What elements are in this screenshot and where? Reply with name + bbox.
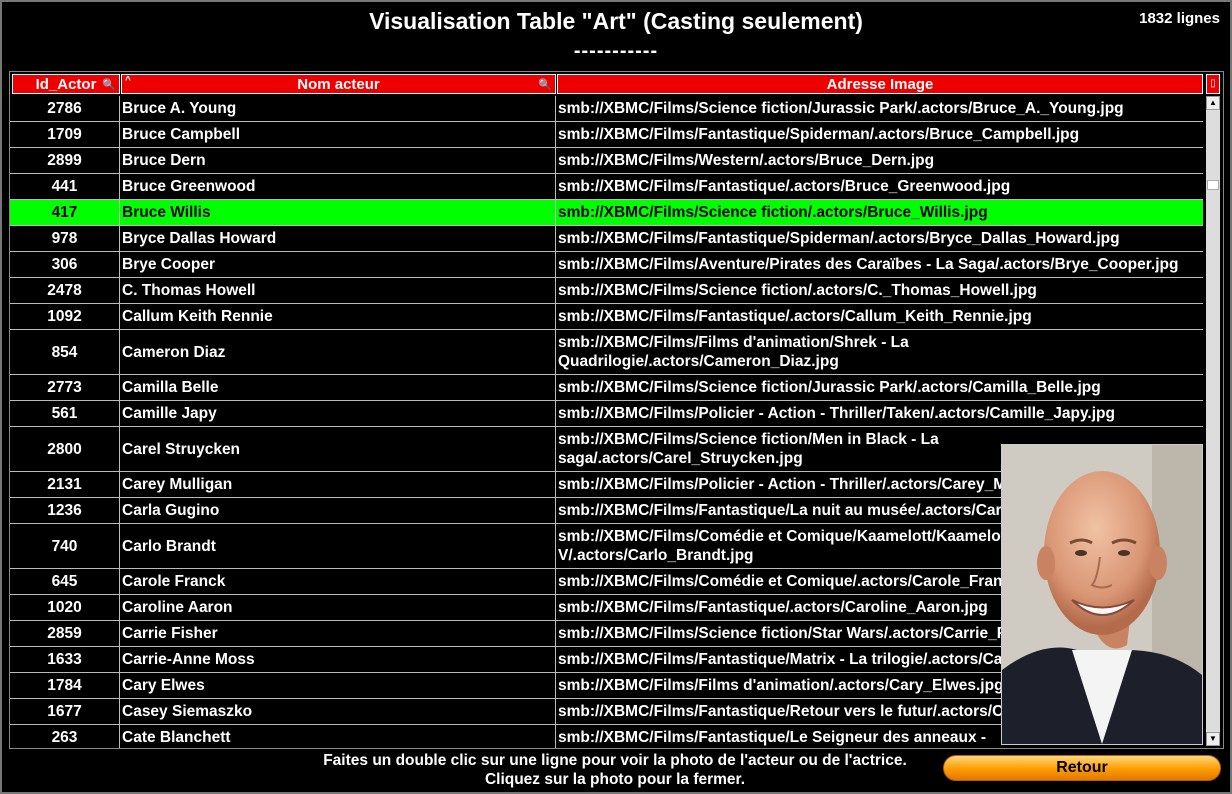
cell-actor-name: Brye Cooper (120, 252, 556, 277)
cell-actor-name: Camille Japy (120, 401, 556, 426)
cell-id-actor: 1020 (10, 595, 120, 620)
actor-portrait-icon (1002, 445, 1202, 744)
cell-actor-name: Bruce A. Young (120, 96, 556, 121)
cell-actor-name: Cate Blanchett (120, 725, 556, 748)
cell-image-path: smb://XBMC/Films/Western/.actors/Bruce_D… (558, 152, 935, 169)
cell-id-actor: 263 (10, 725, 120, 748)
scrollbar-thumb[interactable] (1207, 180, 1219, 190)
search-icon[interactable]: 🔍 (102, 75, 116, 95)
cell-actor-name: C. Thomas Howell (120, 278, 556, 303)
cell-id-actor: 561 (10, 401, 120, 426)
cell-image-path: smb://XBMC/Films/Films d'animation/Shrek… (558, 334, 909, 370)
cell-id-actor: 441 (10, 174, 120, 199)
cell-image-path: smb://XBMC/Films/Science fiction/.actors… (558, 282, 1037, 299)
cell-id-actor: 2478 (10, 278, 120, 303)
cell-image-path: smb://XBMC/Films/Fantastique/.actors/Bru… (558, 178, 1011, 195)
cell-image-path: smb://XBMC/Films/Policier - Action - Thr… (558, 405, 1115, 422)
cell-actor-name: Carole Franck (120, 569, 556, 594)
trash-icon[interactable]: ▯ (1206, 74, 1220, 94)
sort-asc-icon: ^ (125, 75, 131, 86)
cell-image-path: smb://XBMC/Films/Science fiction/Jurassi… (558, 379, 1101, 396)
row-count: 1832 lignes (1139, 10, 1220, 27)
cell-id-actor: 978 (10, 226, 120, 251)
cell-image-path: smb://XBMC/Films/Fantastique/Spiderman/.… (558, 230, 1120, 247)
scroll-up-icon[interactable]: ▲ (1206, 96, 1220, 110)
cell-actor-name: Carrie-Anne Moss (120, 647, 556, 672)
cell-actor-name: Carrie Fisher (120, 621, 556, 646)
table-row[interactable]: 1709 Bruce Campbell smb://XBMC/Films/Fanta… (10, 122, 1203, 148)
cell-actor-name: Bruce Campbell (120, 122, 556, 147)
cell-id-actor: 1784 (10, 673, 120, 698)
cell-id-actor: 2131 (10, 472, 120, 497)
table-row[interactable]: 854 Cameron Diaz smb://XBMC/Films/Films d'… (10, 330, 1203, 375)
cell-image-path: smb://XBMC/Films/Science fiction/Jurassi… (558, 100, 1124, 117)
cell-image-path: smb://XBMC/Films/Fantastique/.actors/Cal… (558, 308, 1032, 325)
column-header-name[interactable]: ^ Nom acteur 🔍 (121, 74, 556, 94)
table-row[interactable]: 2786 Bruce A. Young smb://XBMC/Films/Scien… (10, 96, 1203, 122)
cell-actor-name: Camilla Belle (120, 375, 556, 400)
cell-actor-name: Carey Mulligan (120, 472, 556, 497)
help-text: Faites un double clic sur une ligne pour… (265, 751, 965, 789)
scroll-down-icon[interactable]: ▼ (1206, 732, 1220, 746)
column-header-id-label: Id_Actor (35, 76, 97, 93)
cell-actor-name: Bruce Greenwood (120, 174, 556, 199)
cell-id-actor: 417 (10, 200, 120, 225)
cell-actor-name: Cary Elwes (120, 673, 556, 698)
table-row[interactable]: 441 Bruce Greenwood smb://XBMC/Films/Fanta… (10, 174, 1203, 200)
cell-image-path: smb://XBMC/Films/Science fiction/.actors… (558, 204, 988, 221)
cell-id-actor: 1236 (10, 498, 120, 523)
cell-actor-name: Bruce Dern (120, 148, 556, 173)
column-header-id[interactable]: Id_Actor 🔍 (12, 74, 120, 94)
cell-actor-name: Cameron Diaz (120, 330, 556, 374)
help-line-2: Cliquez sur la photo pour la fermer. (484, 771, 746, 788)
cell-id-actor: 1709 (10, 122, 120, 147)
title-separator: ----------- (573, 40, 659, 62)
cell-actor-name: Carla Gugino (120, 498, 556, 523)
cell-id-actor: 2800 (10, 427, 120, 471)
actor-photo[interactable] (1001, 444, 1203, 745)
table-row[interactable]: 978 Bryce Dallas Howard smb://XBMC/Films/F… (10, 226, 1203, 252)
cell-id-actor: 1092 (10, 304, 120, 329)
table-row[interactable]: 306 Brye Cooper smb://XBMC/Films/Aventure/… (10, 252, 1203, 278)
column-header-image-label: Adresse Image (826, 76, 934, 93)
page-title: Visualisation Table "Art" (Casting seule… (369, 8, 863, 34)
search-icon[interactable]: 🔍 (538, 75, 552, 95)
cell-image-path: smb://XBMC/Films/Aventure/Pirates des Ca… (558, 256, 1179, 273)
cell-actor-name: Casey Siemaszko (120, 699, 556, 724)
table-row[interactable]: 2899 Bruce Dern smb://XBMC/Films/Western/.… (10, 148, 1203, 174)
vertical-scrollbar[interactable]: ▲ ▼ (1206, 96, 1220, 746)
cell-actor-name: Carlo Brandt (120, 524, 556, 568)
cell-actor-name: Bruce Willis (120, 200, 556, 225)
table-row[interactable]: 2478 C. Thomas Howell smb://XBMC/Films/Sci… (10, 278, 1203, 304)
cell-id-actor: 2859 (10, 621, 120, 646)
table-row[interactable]: 561 Camille Japy smb://XBMC/Films/Policier… (10, 401, 1203, 427)
cell-actor-name: Carel Struycken (120, 427, 556, 471)
table-row[interactable]: 2773 Camilla Belle smb://XBMC/Films/Scienc… (10, 375, 1203, 401)
cell-id-actor: 2899 (10, 148, 120, 173)
cell-id-actor: 2786 (10, 96, 120, 121)
table-row[interactable]: 417 Bruce Willis smb://XBMC/Films/Science … (10, 200, 1203, 226)
cell-image-path: smb://XBMC/Films/Fantastique/Spiderman/.… (558, 126, 1080, 143)
cell-actor-name: Callum Keith Rennie (120, 304, 556, 329)
cell-id-actor: 1633 (10, 647, 120, 672)
table-row[interactable]: 1092 Callum Keith Rennie smb://XBMC/Films/… (10, 304, 1203, 330)
cell-actor-name: Caroline Aaron (120, 595, 556, 620)
cell-id-actor: 740 (10, 524, 120, 568)
cell-id-actor: 306 (10, 252, 120, 277)
cell-id-actor: 854 (10, 330, 120, 374)
column-header-image[interactable]: Adresse Image (557, 74, 1203, 94)
help-line-1: Faites un double clic sur une ligne pour… (323, 752, 907, 769)
column-header-name-label: Nom acteur (297, 76, 380, 93)
retour-button[interactable]: Retour (943, 755, 1221, 781)
cell-id-actor: 2773 (10, 375, 120, 400)
cell-id-actor: 645 (10, 569, 120, 594)
cell-id-actor: 1677 (10, 699, 120, 724)
cell-actor-name: Bryce Dallas Howard (120, 226, 556, 251)
